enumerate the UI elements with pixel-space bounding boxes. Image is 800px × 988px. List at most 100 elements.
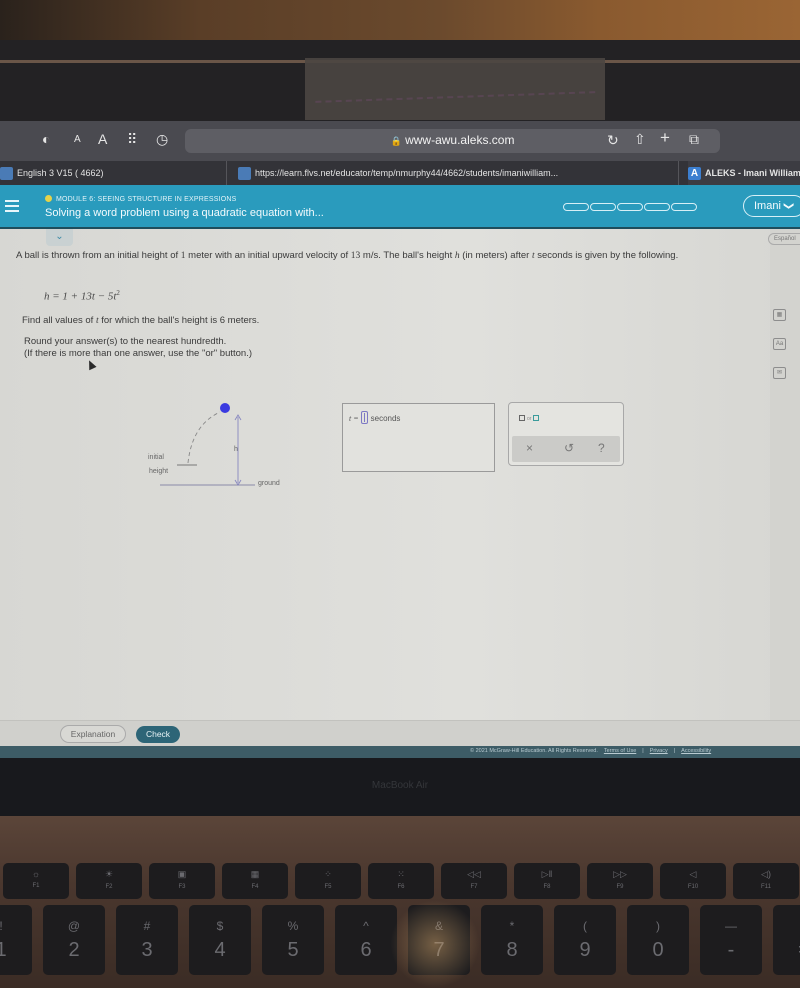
user-menu-button[interactable]: Imani ❯ xyxy=(743,195,800,217)
key-=[interactable]: += xyxy=(773,905,800,975)
undo-button[interactable]: ↺ xyxy=(564,441,574,455)
help-button[interactable]: ? xyxy=(598,441,605,455)
answer-input[interactable] xyxy=(360,411,368,424)
new-tab-icon[interactable]: + xyxy=(660,128,670,148)
function-key-f6[interactable]: ⁙ F6 xyxy=(368,863,434,899)
function-key-f3[interactable]: ▣ F3 xyxy=(149,863,215,899)
text: seconds is given by the following. xyxy=(534,250,679,261)
tab-bar: English 3 V15 ( 4662) https://learn.flvs… xyxy=(0,161,800,185)
function-key-f10[interactable]: ◁ F10 xyxy=(660,863,726,899)
aleks-favicon: A xyxy=(688,167,701,181)
or-button[interactable]: or xyxy=(519,415,540,422)
label-ground: ground xyxy=(258,480,280,487)
key-8[interactable]: * 8 xyxy=(481,905,543,975)
function-key-f11[interactable]: ◁) F11 xyxy=(733,863,799,899)
share-icon[interactable]: ⇧ xyxy=(634,131,646,148)
function-key-label: F9 xyxy=(616,884,624,890)
text: (in meters) after xyxy=(459,250,532,261)
grid-icon[interactable]: ⠿ xyxy=(127,131,137,148)
language-toggle[interactable]: Español xyxy=(768,233,800,245)
key-number: 8 xyxy=(506,939,518,961)
function-key-icon: ◁ xyxy=(689,869,697,879)
function-key-icon: ◁) xyxy=(761,869,771,879)
function-key-f1[interactable]: ☼ F1 xyxy=(3,863,69,899)
text: meter with an initial upward velocity of xyxy=(185,250,351,261)
photo-of-laptop-screen: ◐ A A ⠿ ◷ 🔒 www-awu.aleks.com ↻ ⇧ + ⧉ En… xyxy=(0,0,800,988)
tabs-icon[interactable]: ⧉ xyxy=(689,131,699,148)
shield-icon[interactable]: ◐ xyxy=(42,131,50,147)
box-icon xyxy=(533,415,540,421)
function-key-f8[interactable]: ▷‖ F8 xyxy=(514,863,580,899)
calculator-icon[interactable]: ▦ xyxy=(773,309,786,321)
lock-icon: 🔒 xyxy=(390,136,402,146)
key-number: 4 xyxy=(214,939,226,961)
topic-progress xyxy=(563,203,698,211)
key-3[interactable]: #3 xyxy=(116,905,178,975)
function-key-f2[interactable]: ☀ F2 xyxy=(76,863,142,899)
progress-segment xyxy=(671,203,697,211)
menu-icon[interactable] xyxy=(5,200,19,215)
key-symbol: % xyxy=(287,919,299,933)
message-icon[interactable]: ✉ xyxy=(773,367,786,379)
function-key-f7[interactable]: ◁◁ F7 xyxy=(441,863,507,899)
key-0[interactable]: ) 0 xyxy=(627,905,689,975)
key--[interactable]: — - xyxy=(700,905,762,975)
key-number: = xyxy=(773,939,800,962)
function-key-label: F4 xyxy=(251,884,259,890)
key-symbol: * xyxy=(509,919,515,933)
trajectory-path xyxy=(187,411,221,464)
height-formula: h = 1 + 13t − 5t2 xyxy=(44,289,120,303)
explanation-button[interactable]: Explanation xyxy=(60,725,126,743)
handwriting xyxy=(314,75,596,103)
key-6[interactable]: ^ 6 xyxy=(335,905,397,975)
function-key-f4[interactable]: ▦ F4 xyxy=(222,863,288,899)
text: Find all values of xyxy=(22,315,96,326)
check-button[interactable]: Check xyxy=(136,726,180,743)
tab-aleks[interactable]: A ALEKS - Imani Williams xyxy=(688,161,800,185)
url-value: www-awu.aleks.com xyxy=(405,133,515,147)
key-2[interactable]: @2 xyxy=(43,905,105,975)
key-symbol: + xyxy=(773,919,800,933)
formula-exponent: 2 xyxy=(116,289,120,297)
divider: | xyxy=(642,748,644,754)
function-key-icon: ☀ xyxy=(104,869,114,879)
key-1[interactable]: !1 xyxy=(0,905,32,975)
key-4[interactable]: $4 xyxy=(189,905,251,975)
key-symbol: $ xyxy=(216,919,224,933)
status-dot xyxy=(45,195,52,202)
reload-icon[interactable]: ↻ xyxy=(607,132,619,149)
clear-button[interactable]: × xyxy=(526,441,533,455)
tab-divider xyxy=(678,161,679,185)
dictionary-icon[interactable]: Aa xyxy=(773,338,786,350)
light-glare xyxy=(390,900,480,988)
accessibility-link[interactable]: Accessibility xyxy=(681,748,711,754)
function-key-icon: ▣ xyxy=(177,869,187,879)
function-key-label: F7 xyxy=(470,884,478,890)
function-key-icon: ◁◁ xyxy=(467,869,481,879)
function-key-f5[interactable]: ⁘ F5 xyxy=(295,863,361,899)
privacy-link[interactable]: Privacy xyxy=(650,748,668,754)
text: A ball is thrown from an initial height … xyxy=(16,250,181,261)
rounding-instruction: Round your answer(s) to the nearest hund… xyxy=(24,336,227,347)
function-key-label: F3 xyxy=(178,884,186,890)
topic-title: Solving a word problem using a quadratic… xyxy=(45,207,324,219)
text-smaller-icon[interactable]: A xyxy=(74,134,81,145)
terms-link[interactable]: Terms of Use xyxy=(604,748,636,754)
function-key-icon: ⁘ xyxy=(324,869,332,879)
key-symbol: ^ xyxy=(363,919,369,933)
function-key-label: F1 xyxy=(32,883,40,889)
progress-segment xyxy=(563,203,589,211)
chevron-down-icon: ⌄ xyxy=(55,231,64,242)
brand-label: MacBook Air xyxy=(371,780,429,791)
key-5[interactable]: % 5 xyxy=(262,905,324,975)
history-icon[interactable]: ◷ xyxy=(156,131,168,148)
key-symbol: # xyxy=(143,919,151,933)
flvs-favicon xyxy=(238,167,251,181)
right-tool-rail xyxy=(770,229,800,720)
key-9[interactable]: (9 xyxy=(554,905,616,975)
tab-english3[interactable]: English 3 V15 ( 4662) xyxy=(0,161,226,185)
tab-flvs-educator[interactable]: https://learn.flvs.net/educator/temp/nmu… xyxy=(238,161,668,185)
function-key-f9[interactable]: ▷▷ F9 xyxy=(587,863,653,899)
text-larger-icon[interactable]: A xyxy=(98,131,107,147)
collapse-header-button[interactable]: ⌄ xyxy=(46,229,73,246)
